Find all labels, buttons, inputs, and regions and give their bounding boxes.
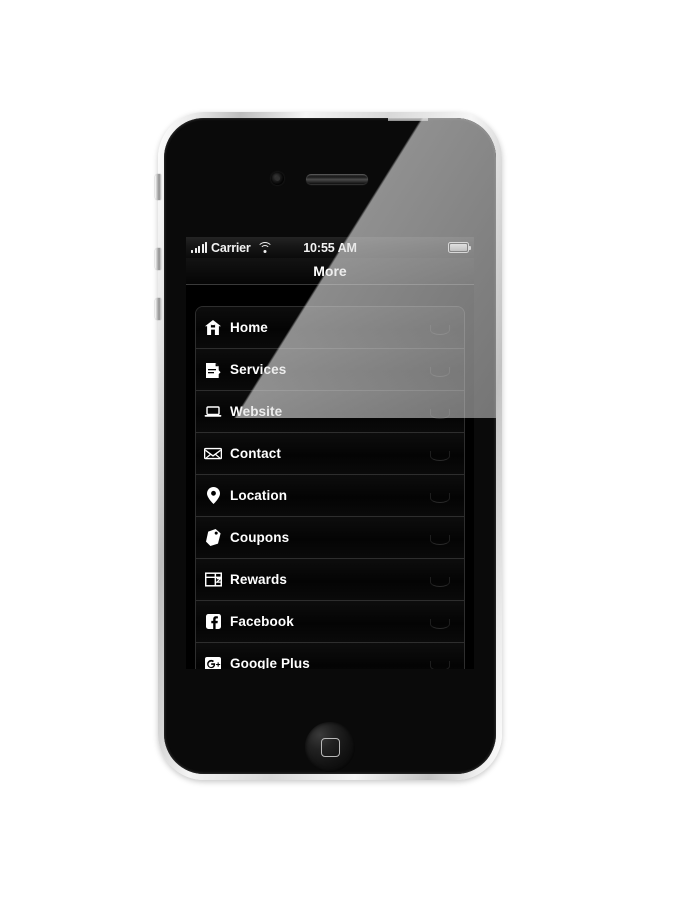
house-icon [196, 320, 230, 335]
volume-up-button[interactable] [155, 248, 161, 270]
facebook-icon [196, 614, 230, 629]
list-item-label: Coupons [230, 530, 290, 545]
list-item[interactable]: Coupons [196, 517, 464, 559]
list-item[interactable]: Location [196, 475, 464, 517]
list-item-label: Services [230, 362, 287, 377]
list-item-label: Rewards [230, 572, 287, 587]
arc-indicator-icon [430, 366, 450, 377]
more-list-scroll-area[interactable]: Home Services Website Contact Location Coupon… [186, 285, 474, 669]
arc-indicator-icon [430, 534, 450, 545]
home-button[interactable] [305, 722, 355, 772]
battery-icon [448, 242, 472, 253]
tag-icon [196, 529, 230, 546]
more-list: Home Services Website Contact Location Coupon… [195, 306, 465, 669]
laptop-icon [196, 405, 230, 418]
list-item[interactable]: Home [196, 307, 464, 349]
nav-bar: More [186, 258, 474, 285]
envelope-icon [196, 447, 230, 460]
arc-indicator-icon [430, 492, 450, 503]
google-plus-icon [196, 656, 230, 669]
status-bar-clock: 10:55 AM [303, 240, 357, 255]
map-pin-icon [196, 487, 230, 504]
list-item[interactable]: Google Plus [196, 643, 464, 669]
arc-indicator-icon [430, 660, 450, 669]
list-item[interactable]: Contact [196, 433, 464, 475]
volume-down-button[interactable] [155, 298, 161, 320]
list-item-label: Home [230, 320, 268, 335]
power-button[interactable] [388, 118, 428, 121]
list-item-label: Website [230, 404, 283, 419]
front-camera-icon [271, 172, 284, 185]
status-bar: Carrier 10:55 AM [186, 237, 474, 258]
phone-device: Carrier 10:55 AM More Home Services Websit… [155, 112, 502, 780]
gift-card-icon [196, 572, 230, 587]
list-item-label: Location [230, 488, 288, 503]
home-button-square-icon [320, 737, 340, 757]
list-item-label: Facebook [230, 614, 294, 629]
arc-indicator-icon [430, 450, 450, 461]
arc-indicator-icon [430, 408, 450, 419]
arc-indicator-icon [430, 576, 450, 587]
arc-indicator-icon [430, 324, 450, 335]
list-item-label: Google Plus [230, 656, 310, 669]
arc-indicator-icon [430, 618, 450, 629]
list-item[interactable]: Website [196, 391, 464, 433]
phone-body: Carrier 10:55 AM More Home Services Websit… [164, 118, 496, 774]
earpiece-speaker [306, 174, 368, 184]
list-item-label: Contact [230, 446, 281, 461]
list-item[interactable]: Facebook [196, 601, 464, 643]
list-item[interactable]: Services [196, 349, 464, 391]
document-check-icon [196, 362, 230, 378]
mute-switch-button[interactable] [155, 174, 161, 200]
list-item[interactable]: Rewards [196, 559, 464, 601]
page-title: More [313, 263, 347, 279]
phone-screen: Carrier 10:55 AM More Home Services Websit… [186, 237, 474, 669]
